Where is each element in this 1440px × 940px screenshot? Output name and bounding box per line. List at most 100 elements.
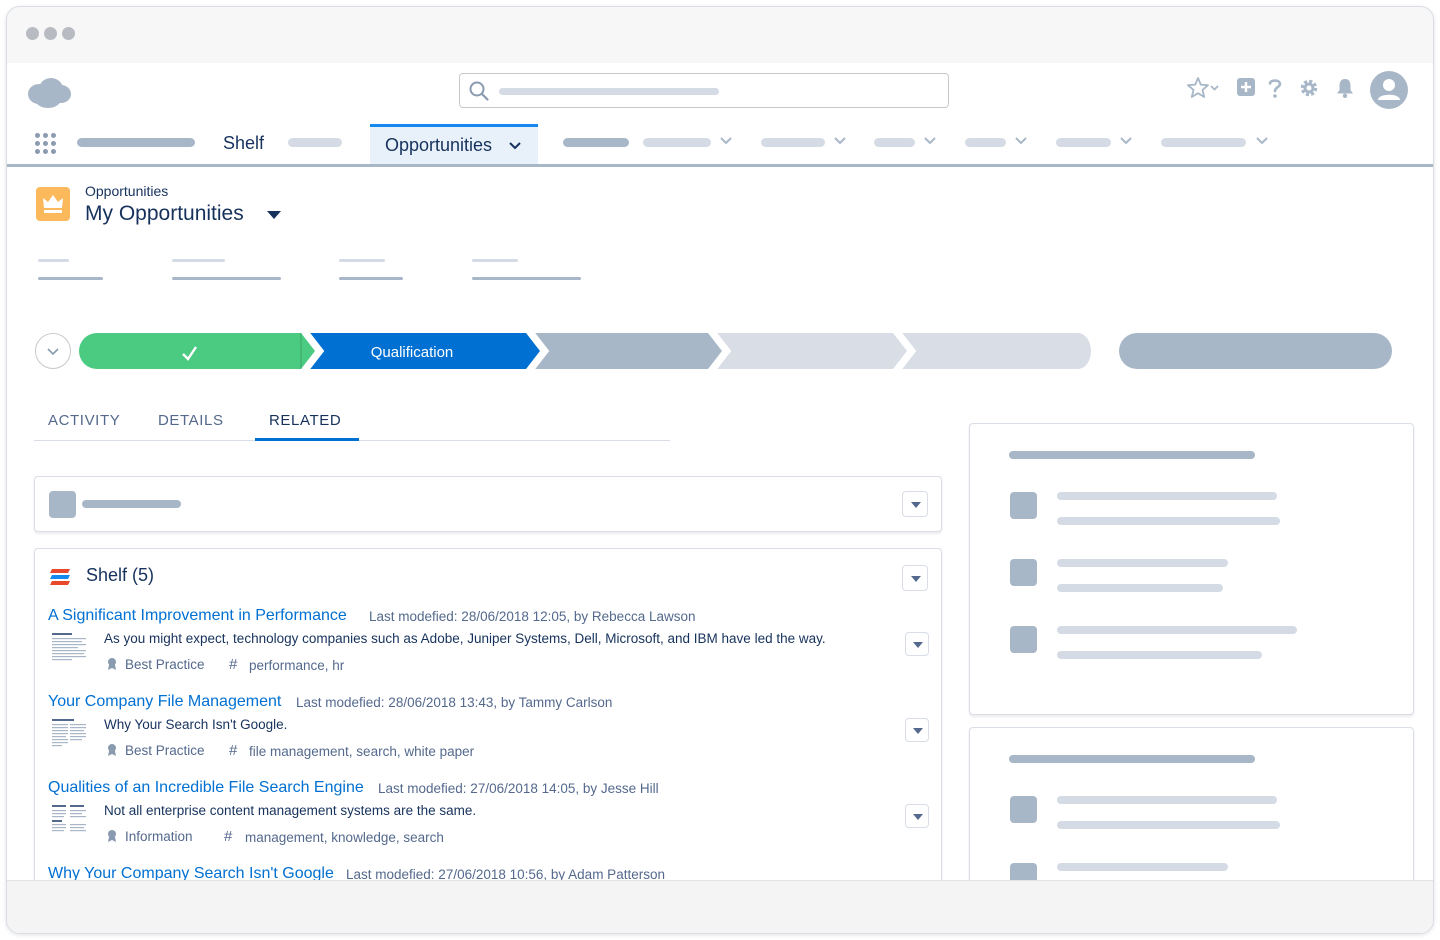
nav-item-placeholder[interactable] xyxy=(965,138,1006,147)
sidebar-item-icon-placeholder xyxy=(1010,863,1037,880)
shelf-item-title-link[interactable]: Why Your Company Search Isn't Google xyxy=(48,865,334,880)
nav-item-placeholder[interactable] xyxy=(643,138,711,147)
shelf-item-description: Not all enterprise content management sy… xyxy=(104,803,477,818)
global-search-input[interactable] xyxy=(459,73,949,108)
nav-item-placeholder[interactable] xyxy=(874,138,915,147)
document-thumbnail-icon[interactable] xyxy=(50,717,88,751)
shelf-card-menu-button[interactable] xyxy=(902,565,928,591)
document-thumbnail-icon[interactable] xyxy=(50,631,88,665)
window-maximize-dot[interactable] xyxy=(62,27,75,40)
chevron-down-icon[interactable] xyxy=(1014,136,1028,146)
sidebar-card-title-placeholder xyxy=(1009,451,1255,459)
window-close-dot[interactable] xyxy=(26,27,39,40)
highlight-field-label-placeholder xyxy=(172,259,225,262)
add-icon[interactable] xyxy=(1236,77,1256,97)
app-content: Shelf Opportunities Opportunities My Opp… xyxy=(7,63,1433,880)
sidebar-item-icon-placeholder xyxy=(1010,492,1037,519)
related-list-icon-placeholder xyxy=(49,491,76,518)
chevron-down-icon xyxy=(509,142,521,150)
path-toggle-button[interactable] xyxy=(35,333,71,369)
shelf-list-item: Qualities of an Incredible File Search E… xyxy=(35,779,941,865)
shelf-item-menu-button[interactable] xyxy=(905,804,929,828)
shelf-item-menu-button[interactable] xyxy=(905,718,929,742)
app-navigation-bar: Shelf Opportunities xyxy=(7,121,1433,167)
chevron-down-icon[interactable] xyxy=(833,136,847,146)
notifications-bell-icon[interactable] xyxy=(1335,77,1355,99)
sidebar-item-text-placeholder xyxy=(1057,796,1277,804)
path-stage-current-label: Qualification xyxy=(370,344,454,361)
highlight-field-value-placeholder xyxy=(172,277,281,280)
shelf-logo-icon xyxy=(50,569,70,585)
sidebar-item-text-placeholder xyxy=(1057,863,1228,871)
path-stage-incomplete[interactable] xyxy=(901,333,1091,369)
nav-item-placeholder[interactable] xyxy=(761,138,825,147)
sales-path xyxy=(79,333,1091,369)
highlight-field-value-placeholder xyxy=(38,277,103,280)
path-stage-incomplete[interactable] xyxy=(534,333,722,369)
shelf-item-title-link[interactable]: A Significant Improvement in Performance xyxy=(48,607,347,625)
award-ribbon-icon xyxy=(108,744,116,756)
opportunity-crown-icon xyxy=(36,187,70,221)
chevron-down-icon[interactable] xyxy=(923,136,937,146)
highlight-field-label-placeholder xyxy=(38,259,69,262)
cloud-logo-icon[interactable] xyxy=(25,77,73,109)
sidebar-card-placeholder xyxy=(969,727,1414,880)
nav-item-opportunities[interactable]: Opportunities xyxy=(370,124,538,164)
window-footer xyxy=(7,880,1433,933)
record-object-label: Opportunities xyxy=(85,183,169,199)
app-launcher-icon[interactable] xyxy=(35,133,57,155)
window-titlebar xyxy=(7,7,1433,63)
award-ribbon-icon xyxy=(108,658,116,670)
mark-stage-button[interactable] xyxy=(1119,333,1392,369)
path-stage-complete[interactable] xyxy=(79,333,315,369)
nav-item-placeholder[interactable] xyxy=(563,138,629,147)
related-list-menu-button[interactable] xyxy=(902,491,928,517)
sidebar-item-icon-placeholder xyxy=(1010,626,1037,653)
search-icon xyxy=(469,81,489,101)
nav-item-shelf[interactable]: Shelf xyxy=(223,133,264,154)
nav-item-placeholder[interactable] xyxy=(1056,138,1111,147)
window-minimize-dot[interactable] xyxy=(44,27,57,40)
shelf-item-title-link[interactable]: Qualities of an Incredible File Search E… xyxy=(48,779,364,797)
user-avatar[interactable] xyxy=(1370,71,1408,109)
nav-item-placeholder[interactable] xyxy=(1161,138,1246,147)
shelf-item-tags: performance, hr xyxy=(249,658,345,673)
shelf-list-item: A Significant Improvement in Performance… xyxy=(35,607,941,693)
favorites-star-icon[interactable] xyxy=(1187,77,1221,99)
shelf-item-type: Information xyxy=(125,829,193,844)
shelf-item-title-link[interactable]: Your Company File Management xyxy=(48,693,281,711)
tab-details[interactable]: DETAILS xyxy=(158,412,224,429)
tab-related[interactable]: RELATED xyxy=(269,412,341,429)
shelf-item-description: As you might expect, technology companie… xyxy=(104,631,826,646)
chevron-down-icon[interactable] xyxy=(1255,136,1269,146)
chevron-down-icon[interactable] xyxy=(719,136,733,146)
related-list-title-placeholder xyxy=(82,500,181,508)
sidebar-item-text-placeholder xyxy=(1057,626,1297,634)
nav-item-placeholder[interactable] xyxy=(288,138,342,147)
highlight-field-label-placeholder xyxy=(472,259,518,262)
search-placeholder-bar xyxy=(499,88,719,95)
help-icon[interactable] xyxy=(1266,77,1284,99)
user-icon xyxy=(1378,79,1400,100)
sidebar-item-text-placeholder xyxy=(1057,517,1280,525)
highlight-field-label-placeholder xyxy=(339,259,385,262)
chevron-down-icon xyxy=(47,348,59,356)
award-ribbon-icon xyxy=(108,830,116,842)
shelf-item-menu-button[interactable] xyxy=(905,632,929,656)
tab-activity[interactable]: ACTIVITY xyxy=(48,412,120,429)
settings-gear-icon[interactable] xyxy=(1298,77,1320,99)
sidebar-item-text-placeholder xyxy=(1057,492,1277,500)
shelf-item-tags: management, knowledge, search xyxy=(245,830,444,845)
highlight-field-value-placeholder xyxy=(472,277,581,280)
hashtag-icon: # xyxy=(224,828,233,845)
shelf-list-item: Why Your Company Search Isn't Google Las… xyxy=(35,865,941,880)
sidebar-item-text-placeholder xyxy=(1057,584,1223,592)
document-thumbnail-icon[interactable] xyxy=(50,803,88,837)
shelf-item-meta: Last modefied: 27/06/2018 10:56, by Adam… xyxy=(346,867,665,880)
chevron-down-icon[interactable] xyxy=(1119,136,1133,146)
list-view-caret-icon[interactable] xyxy=(266,209,282,221)
shelf-item-type: Best Practice xyxy=(125,743,205,758)
path-stage-incomplete[interactable] xyxy=(716,333,907,369)
tab-active-indicator xyxy=(255,438,359,441)
hashtag-icon: # xyxy=(229,656,238,673)
